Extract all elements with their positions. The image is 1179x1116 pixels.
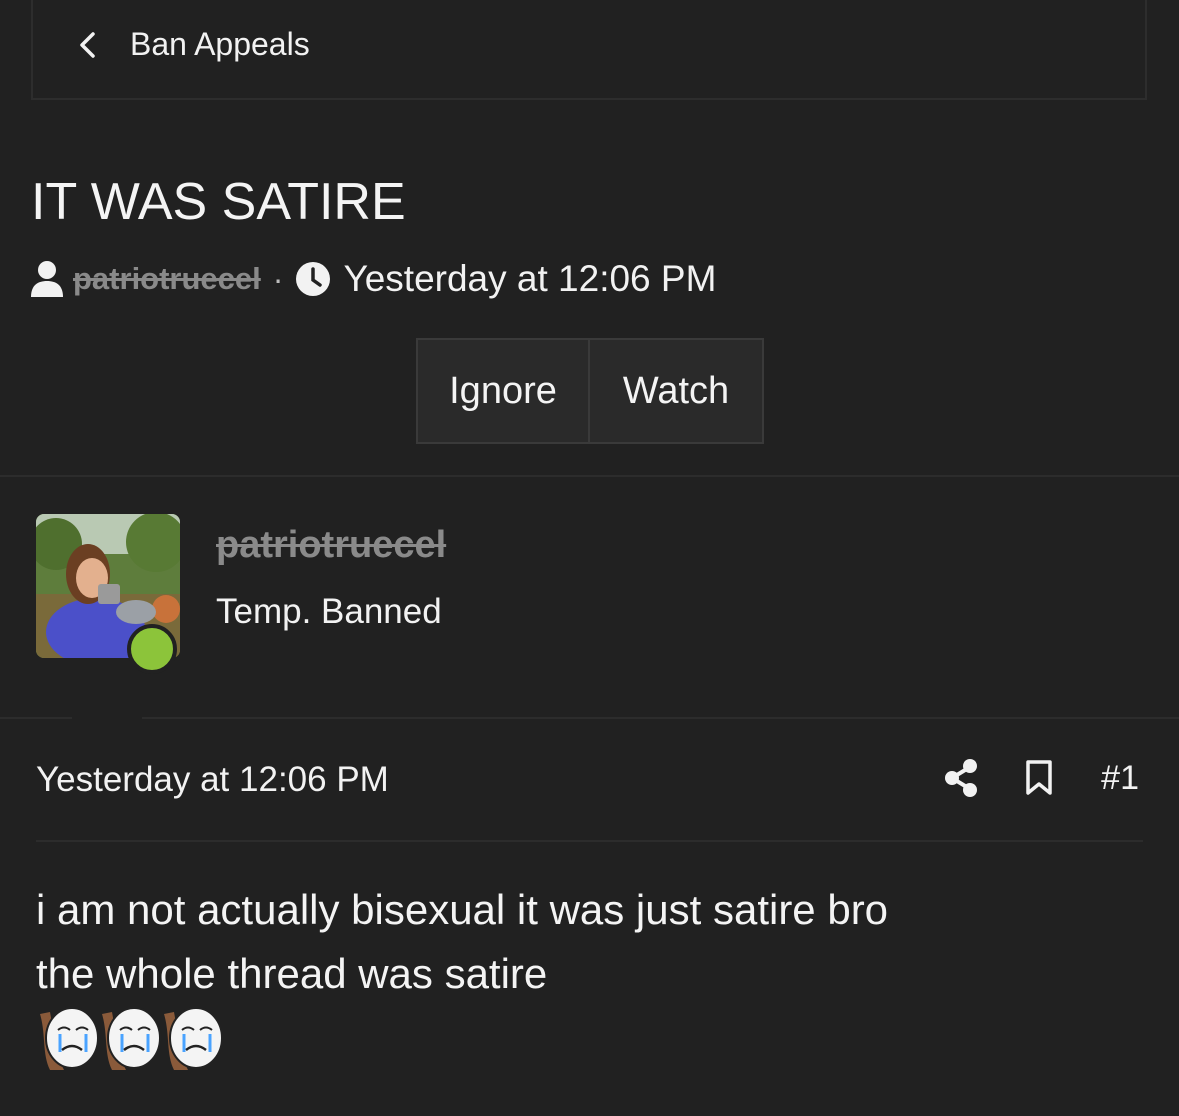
crying-face-emoji	[164, 1007, 223, 1070]
divider	[0, 717, 72, 719]
post-body-line: i am not actually bisexual it was just s…	[36, 886, 889, 933]
breadcrumb[interactable]: Ban Appeals	[78, 26, 310, 63]
emoji-row	[36, 1004, 223, 1072]
divider	[0, 475, 1179, 477]
thread-title: IT WAS SATIRE	[31, 173, 406, 231]
user-icon	[31, 261, 63, 297]
watch-button[interactable]: Watch	[590, 340, 762, 442]
thread-author[interactable]: patriotruecel	[73, 261, 261, 297]
bookmark-icon[interactable]	[1025, 760, 1053, 796]
ignore-button[interactable]: Ignore	[418, 340, 590, 442]
clock-icon	[296, 262, 331, 296]
chevron-left-icon	[80, 31, 95, 58]
divider	[36, 840, 1143, 842]
post-actions: #1	[943, 758, 1139, 798]
share-icon[interactable]	[943, 758, 979, 798]
thread-date[interactable]: Yesterday at 12:06 PM	[343, 258, 716, 300]
breadcrumb-label[interactable]: Ban Appeals	[130, 26, 310, 63]
online-indicator	[127, 624, 177, 674]
crying-face-emoji	[102, 1007, 161, 1070]
divider	[142, 717, 1179, 719]
poster-name[interactable]: patriotruecel	[216, 524, 446, 567]
post-number[interactable]: #1	[1101, 759, 1139, 798]
poster-title: Temp. Banned	[216, 592, 442, 631]
post-body-line: the whole thread was satire	[36, 950, 548, 997]
meta-separator: ·	[272, 260, 284, 297]
crying-face-emoji	[40, 1007, 99, 1070]
post-date[interactable]: Yesterday at 12:06 PM	[36, 760, 389, 800]
thread-meta: patriotruecel · Yesterday at 12:06 PM	[30, 258, 716, 300]
thread-actions: Ignore Watch	[416, 338, 764, 444]
